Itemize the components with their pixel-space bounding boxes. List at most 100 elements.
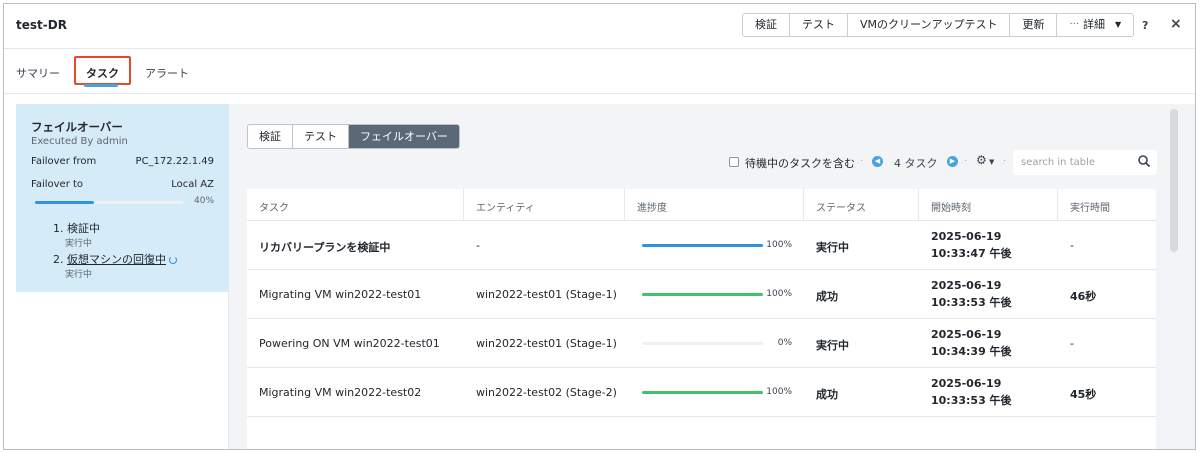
column-header-task[interactable]: タスク — [259, 199, 289, 214]
close-icon[interactable]: × — [1170, 16, 1182, 32]
table-header: タスク エンティティ 進捗度 ステータス 開始時刻 実行時間 — [247, 189, 1156, 221]
start-time: 2025-06-19 10:33:47 午後 — [931, 230, 1012, 260]
vertical-scrollbar[interactable] — [1170, 109, 1178, 252]
status-text: 成功 — [816, 388, 838, 401]
row-progress-bar — [642, 391, 763, 394]
duration: 45秒 — [1070, 388, 1097, 401]
next-page-icon[interactable]: ▶ — [947, 156, 958, 167]
search-icon[interactable] — [1137, 154, 1151, 168]
column-header-entity[interactable]: エンティティ — [476, 199, 535, 214]
include-pending-checkbox[interactable] — [729, 157, 739, 167]
column-header-duration[interactable]: 実行時間 — [1070, 199, 1110, 214]
failover-to-value: Local AZ — [171, 179, 214, 190]
row-progress-bar — [642, 293, 763, 296]
duration: - — [1070, 239, 1074, 252]
help-icon[interactable]: ? — [1142, 19, 1148, 32]
separator-dot: · — [1003, 156, 1007, 167]
header-action-buttons: 検証 テスト VMのクリーンアップテスト 更新 ··· 詳細 ▼ — [742, 13, 1135, 37]
step-item: 1. 検証中 — [53, 222, 100, 235]
row-progress-fill — [642, 391, 763, 394]
entity-name: - — [476, 239, 480, 252]
entity-name: win2022-test01 (Stage-1) — [476, 288, 617, 301]
step-status: 実行中 — [65, 239, 93, 249]
step-item: 2. 仮想マシンの回復中 — [53, 251, 177, 267]
tab-bar: サマリー タスク アラート — [4, 50, 1195, 94]
separator-dot: · — [964, 156, 968, 167]
table-search — [1013, 150, 1157, 175]
table-row[interactable]: Powering ON VM win2022-test01 win2022-te… — [247, 319, 1156, 368]
task-filter-tabs: 検証 テスト フェイルオーバー — [247, 124, 460, 149]
overall-progress-fill — [35, 201, 95, 204]
dialog-title: test-DR — [16, 18, 67, 32]
ellipsis-icon: ··· — [1069, 19, 1080, 30]
task-name: リカバリープランを検証中 — [259, 241, 391, 254]
more-details-button[interactable]: ··· 詳細 ▼ — [1057, 14, 1133, 36]
more-details-label: 詳細 — [1083, 18, 1106, 31]
separator-dot: · — [860, 156, 864, 167]
column-divider — [803, 189, 804, 221]
tab-summary[interactable]: サマリー — [16, 65, 60, 81]
duration: - — [1070, 337, 1074, 350]
include-pending-label[interactable]: 待機中のタスクを含む — [745, 155, 855, 171]
step-number: 2. — [53, 253, 64, 266]
failover-to-label: Failover to — [31, 179, 84, 190]
task-name: Migrating VM win2022-test01 — [259, 288, 422, 301]
table-toolbar: 待機中のタスクを含む · ◀ 4 タスク ▶ · ⚙ ▼ · — [729, 150, 1159, 175]
tab-highlight-box — [74, 56, 131, 85]
filter-test[interactable]: テスト — [293, 125, 349, 148]
overall-progress-bar — [35, 201, 183, 204]
column-divider — [1057, 189, 1058, 221]
column-header-status[interactable]: ステータス — [816, 199, 866, 214]
row-progress-fill — [642, 244, 763, 247]
chevron-down-icon: ▼ — [1115, 20, 1122, 29]
duration: 46秒 — [1070, 290, 1097, 303]
row-progress-percent: 100% — [766, 387, 792, 397]
task-name: Powering ON VM win2022-test01 — [259, 337, 440, 350]
table-row[interactable]: Migrating VM win2022-test01 win2022-test… — [247, 270, 1156, 319]
row-progress-bar — [642, 244, 763, 247]
row-progress-percent: 0% — [777, 338, 792, 348]
failover-from-label: Failover from — [31, 156, 97, 167]
dialog-header: test-DR 検証 テスト VMのクリーンアップテスト 更新 ··· 詳細 ▼… — [4, 4, 1195, 49]
search-input[interactable] — [1021, 155, 1131, 169]
table-row[interactable]: Migrating VM win2022-test02 win2022-test… — [247, 368, 1156, 417]
status-text: 実行中 — [816, 339, 849, 352]
vm-cleanup-test-button[interactable]: VMのクリーンアップテスト — [848, 14, 1011, 36]
row-progress-fill — [642, 293, 763, 296]
step-status: 実行中 — [65, 270, 93, 280]
step-link[interactable]: 仮想マシンの回復中 — [67, 253, 166, 266]
main-content: 検証 テスト フェイルオーバー 待機中のタスクを含む · ◀ 4 タスク ▶ ·… — [229, 104, 1195, 449]
update-button[interactable]: 更新 — [1010, 14, 1058, 36]
tasks-table: タスク エンティティ 進捗度 ステータス 開始時刻 実行時間 リカバリープランを… — [247, 189, 1156, 449]
validate-button[interactable]: 検証 — [743, 14, 790, 36]
entity-name: win2022-test02 (Stage-2) — [476, 386, 617, 399]
filter-failover[interactable]: フェイルオーバー — [349, 125, 459, 148]
filter-validate[interactable]: 検証 — [248, 125, 293, 148]
left-panel: フェイルオーバー Executed By admin Failover from… — [16, 104, 229, 449]
task-name: Migrating VM win2022-test02 — [259, 386, 422, 399]
column-divider — [463, 189, 464, 221]
settings-gear-icon[interactable]: ⚙ ▼ — [976, 153, 994, 167]
task-count: 4 タスク — [894, 157, 938, 170]
column-header-progress[interactable]: 進捗度 — [637, 199, 667, 214]
row-progress-percent: 100% — [766, 289, 792, 299]
table-row[interactable]: リカバリープランを検証中 - 100% 実行中 2025-06-19 10:33… — [247, 221, 1156, 270]
executed-by: Executed By admin — [31, 136, 128, 147]
failover-summary-card[interactable]: フェイルオーバー Executed By admin Failover from… — [16, 104, 229, 292]
active-tab-indicator — [84, 84, 118, 87]
test-button[interactable]: テスト — [790, 14, 848, 36]
tab-alerts[interactable]: アラート — [145, 65, 189, 81]
loading-spinner-icon — [169, 256, 177, 264]
start-time: 2025-06-19 10:33:53 午後 — [931, 377, 1012, 407]
entity-name: win2022-test01 (Stage-1) — [476, 337, 617, 350]
status-text: 成功 — [816, 290, 838, 303]
row-progress-bar — [642, 342, 763, 345]
prev-page-icon[interactable]: ◀ — [872, 156, 883, 167]
failover-from-value: PC_172.22.1.49 — [135, 156, 214, 167]
column-divider — [624, 189, 625, 221]
start-time: 2025-06-19 10:33:53 午後 — [931, 279, 1012, 309]
column-header-start-time[interactable]: 開始時刻 — [931, 199, 971, 214]
status-text: 実行中 — [816, 241, 849, 254]
row-progress-percent: 100% — [766, 240, 792, 250]
column-divider — [918, 189, 919, 221]
